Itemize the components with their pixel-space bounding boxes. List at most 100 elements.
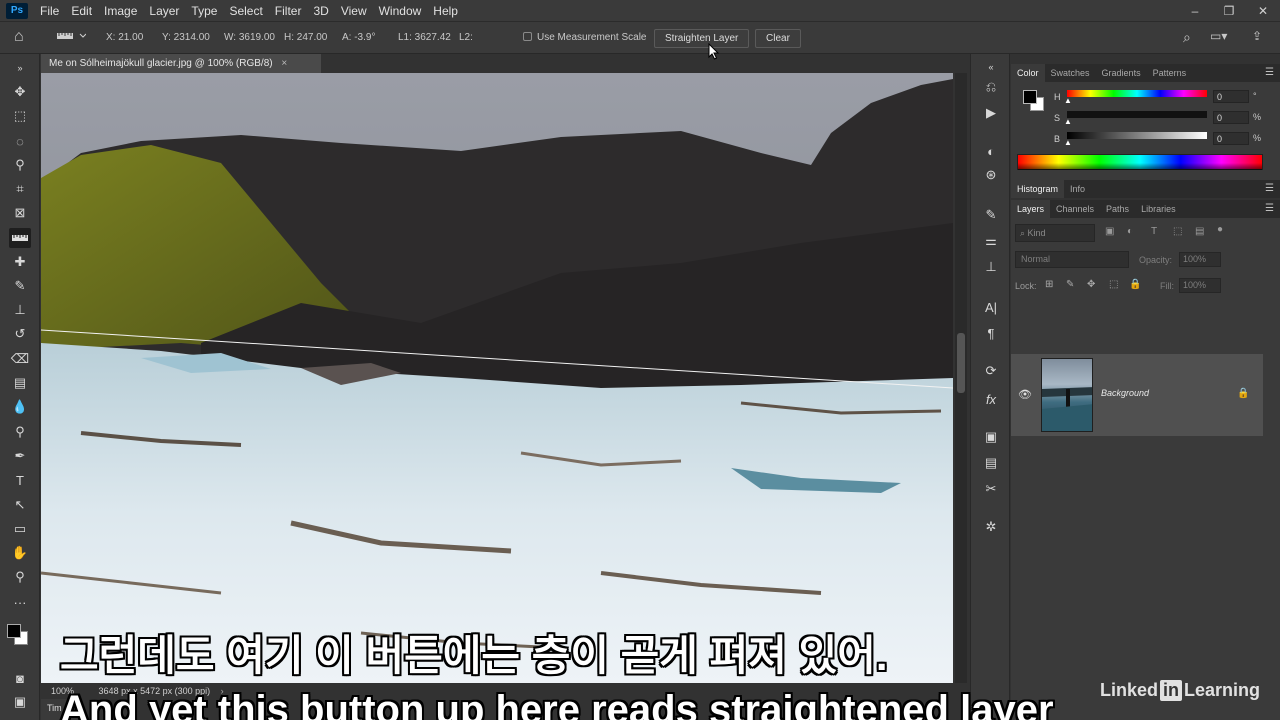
brightness-slider-thumb-icon[interactable]: ▲ (1064, 138, 1072, 147)
dodge-tool-icon[interactable]: ⚲ (9, 422, 31, 442)
layer-thumbnail[interactable] (1041, 358, 1093, 432)
move-tool-icon[interactable]: ✥ (9, 82, 31, 102)
hand-tool-icon[interactable]: ✋ (9, 543, 31, 563)
menu-filter[interactable]: Filter (269, 4, 308, 18)
search-icon[interactable]: ⌕ (1183, 29, 1191, 46)
filter-pixel-icon[interactable]: ▣ (1105, 226, 1114, 237)
ruler-tool-icon[interactable] (9, 228, 31, 248)
clone-source-icon[interactable]: ⊥ (981, 258, 1001, 276)
straighten-layer-button[interactable]: Straighten Layer (654, 29, 750, 48)
marquee-tool-icon[interactable]: ⬚ (9, 106, 31, 126)
tab-channels[interactable]: Channels (1050, 204, 1100, 214)
screen-mode-icon[interactable]: ▣ (9, 692, 31, 712)
actions-play-icon[interactable]: ▶ (981, 104, 1001, 122)
hue-value[interactable]: 0 (1213, 90, 1249, 103)
frame-tool-icon[interactable]: ⊠ (9, 203, 31, 223)
libraries-panel-icon[interactable]: ▣ (981, 428, 1001, 446)
clear-button[interactable]: Clear (755, 29, 801, 48)
brushes-panel-icon[interactable]: ✎ (981, 206, 1001, 224)
layer-visibility-eye-icon[interactable]: 👁 (1018, 388, 1032, 401)
tab-libraries[interactable]: Libraries (1135, 204, 1182, 214)
pen-tool-icon[interactable]: ✒ (9, 446, 31, 466)
tab-color[interactable]: Color (1011, 64, 1045, 82)
layer-comps-icon[interactable]: ⟳ (981, 362, 1001, 380)
histogram-panel-menu-icon[interactable]: ☰ (1265, 183, 1274, 194)
tab-patterns[interactable]: Patterns (1147, 68, 1193, 78)
layers-panel-menu-icon[interactable]: ☰ (1265, 203, 1274, 214)
lock-image-icon[interactable]: ✎ (1066, 279, 1074, 290)
saturation-value[interactable]: 0 (1213, 111, 1249, 124)
menu-select[interactable]: Select (223, 4, 268, 18)
tab-info[interactable]: Info (1064, 184, 1091, 194)
hue-slider-thumb-icon[interactable]: ▲ (1064, 96, 1072, 105)
color-panel-menu-icon[interactable]: ☰ (1265, 67, 1274, 78)
brightness-slider[interactable] (1067, 132, 1207, 139)
foreground-color-swatch[interactable] (7, 624, 21, 638)
close-document-icon[interactable]: × (281, 58, 287, 69)
brush-settings-icon[interactable]: ⚌ (981, 232, 1001, 250)
filter-shape-icon[interactable]: ⬚ (1173, 226, 1182, 237)
eraser-tool-icon[interactable]: ⌫ (9, 349, 31, 369)
gradient-tool-icon[interactable]: ▤ (9, 373, 31, 393)
lock-position-icon[interactable]: ✥ (1087, 279, 1095, 290)
opacity-field[interactable]: 100% (1179, 252, 1221, 267)
ruler-tool-preset-icon[interactable] (56, 30, 87, 45)
menu-image[interactable]: Image (98, 4, 143, 18)
blend-mode-select[interactable]: Normal (1015, 251, 1129, 268)
saturation-slider[interactable] (1067, 111, 1207, 118)
filter-adjustment-icon[interactable]: ◐ (1127, 226, 1133, 237)
path-selection-tool-icon[interactable]: ↖ (9, 495, 31, 515)
menu-type[interactable]: Type (185, 4, 223, 18)
properties-panel-icon[interactable]: ⊛ (981, 166, 1001, 184)
filter-toggle-icon[interactable]: ● (1217, 224, 1223, 235)
notes-panel-icon[interactable]: ▤ (981, 454, 1001, 472)
home-icon[interactable]: ⌂ (14, 28, 24, 46)
filter-smart-object-icon[interactable]: ▤ (1195, 226, 1204, 237)
tab-swatches[interactable]: Swatches (1045, 68, 1096, 78)
saturation-slider-thumb-icon[interactable]: ▲ (1064, 117, 1072, 126)
healing-brush-tool-icon[interactable]: ✚ (9, 252, 31, 272)
lock-artboard-icon[interactable]: ⬚ (1109, 279, 1118, 290)
document-tab[interactable]: Me on Sólheimajökull glacier.jpg @ 100% … (41, 54, 321, 73)
quick-select-tool-icon[interactable]: ⚲ (9, 155, 31, 175)
3d-panel-icon[interactable]: ✲ (981, 518, 1001, 536)
zoom-tool-icon[interactable]: ⚲ (9, 567, 31, 587)
menu-help[interactable]: Help (427, 4, 464, 18)
tab-histogram[interactable]: Histogram (1011, 180, 1065, 198)
layer-row[interactable]: 👁 Background 🔒 (1011, 354, 1263, 436)
quick-mask-icon[interactable]: ◙ (9, 668, 31, 688)
color-spectrum-bar[interactable] (1017, 154, 1263, 170)
blur-tool-icon[interactable]: 💧 (9, 397, 31, 417)
history-brush-tool-icon[interactable]: ↺ (9, 324, 31, 344)
vertical-scrollbar[interactable] (955, 73, 967, 683)
dock-collapse-icon[interactable]: « (981, 58, 1001, 76)
history-panel-icon[interactable]: ⎌ (981, 78, 1001, 96)
filter-type-icon[interactable]: T (1151, 226, 1157, 237)
hue-slider[interactable] (1067, 90, 1207, 97)
restore-button[interactable]: ❐ (1212, 0, 1246, 21)
minimize-button[interactable]: – (1178, 0, 1212, 21)
rectangle-tool-icon[interactable]: ▭ (9, 519, 31, 539)
tab-paths[interactable]: Paths (1100, 204, 1135, 214)
close-window-button[interactable]: ✕ (1246, 0, 1280, 21)
scroll-thumb[interactable] (957, 333, 965, 393)
lock-transparent-icon[interactable]: ⊞ (1045, 279, 1053, 290)
share-icon[interactable]: ⇪ (1252, 29, 1262, 43)
fill-field[interactable]: 100% (1179, 278, 1221, 293)
layer-filter-kind[interactable]: ⌕ Kind (1015, 224, 1095, 242)
menu-window[interactable]: Window (373, 4, 428, 18)
type-tool-icon[interactable]: T (9, 470, 31, 490)
menu-view[interactable]: View (335, 4, 373, 18)
character-panel-icon[interactable]: A| (981, 298, 1001, 316)
brush-tool-icon[interactable]: ✎ (9, 276, 31, 296)
brightness-value[interactable]: 0 (1213, 132, 1249, 145)
measurement-scale-checkbox[interactable]: Use Measurement Scale (523, 32, 647, 43)
color-swatches[interactable] (7, 624, 33, 650)
toolbar-collapse-icon[interactable]: » (9, 58, 31, 78)
clone-stamp-tool-icon[interactable]: ⊥ (9, 300, 31, 320)
layer-name[interactable]: Background (1101, 388, 1149, 398)
lasso-tool-icon[interactable]: ◌ (9, 131, 31, 151)
more-tools-icon[interactable]: ··· (9, 592, 31, 612)
crop-tool-icon[interactable]: ⌗ (9, 179, 31, 199)
document-canvas[interactable] (41, 73, 953, 683)
